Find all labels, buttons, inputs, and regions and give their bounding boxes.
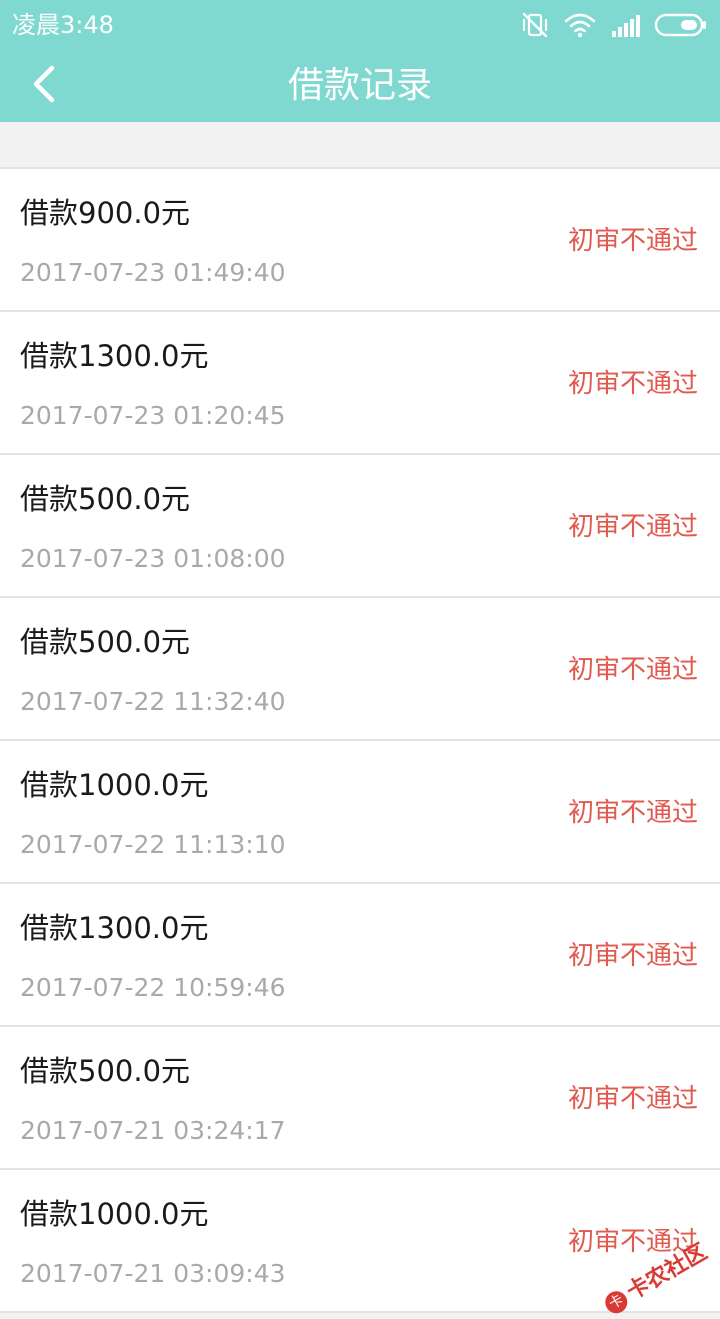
- page-title: 借款记录: [287, 65, 432, 106]
- loan-time: 2017-07-23 01:20:45: [20, 401, 286, 430]
- loan-status: 初审不通过: [567, 941, 698, 971]
- loan-amount: 借款500.0元: [20, 625, 191, 659]
- status-icons: [520, 10, 708, 40]
- status-bar: 凌晨3:48: [0, 0, 720, 50]
- loan-record-item[interactable]: 借款1000.0元 2017-07-22 11:13:10 初审不通过: [0, 741, 720, 884]
- loan-time: 2017-07-21 03:09:43: [20, 1259, 286, 1288]
- wifi-icon: [564, 12, 596, 38]
- loan-amount: 借款1300.0元: [20, 911, 209, 945]
- app-header: 凌晨3:48 借款记录: [0, 0, 720, 122]
- loan-time: 2017-07-22 10:59:46: [20, 973, 286, 1002]
- loan-record-item[interactable]: 借款1300.0元 2017-07-23 01:20:45 初审不通过: [0, 312, 720, 455]
- loan-amount: 借款900.0元: [20, 196, 191, 230]
- loan-status: 初审不通过: [567, 369, 698, 399]
- loan-status: 初审不通过: [567, 1084, 698, 1114]
- loan-record-item[interactable]: 借款900.0元 2017-07-23 01:49:40 初审不通过: [0, 169, 720, 312]
- loan-record-item[interactable]: 借款500.0元 2017-07-22 11:32:40 初审不通过: [0, 598, 720, 741]
- loan-time: 2017-07-22 11:13:10: [20, 830, 286, 859]
- signal-icon: [610, 13, 640, 37]
- loan-amount: 借款1000.0元: [20, 768, 209, 802]
- loan-record-item[interactable]: 借款1300.0元 2017-07-22 10:59:46 初审不通过: [0, 884, 720, 1027]
- loan-time: 2017-07-22 11:32:40: [20, 687, 286, 716]
- loan-time: 2017-07-21 03:24:17: [20, 1116, 286, 1145]
- vibrate-off-icon: [520, 11, 550, 39]
- title-bar: 借款记录: [0, 50, 720, 122]
- loan-status: 初审不通过: [567, 655, 698, 685]
- loan-time: 2017-07-23 01:49:40: [20, 258, 286, 287]
- loan-record-item[interactable]: 借款500.0元 2017-07-21 03:24:17 初审不通过: [0, 1027, 720, 1170]
- battery-icon: [654, 13, 708, 37]
- loan-status: 初审不通过: [567, 512, 698, 542]
- loan-status: 初审不通过: [567, 226, 698, 256]
- loan-amount: 借款500.0元: [20, 1054, 191, 1088]
- loan-record-list: 借款900.0元 2017-07-23 01:49:40 初审不通过 借款130…: [0, 167, 720, 1313]
- loan-record-item[interactable]: 借款500.0元 2017-07-23 01:08:00 初审不通过: [0, 455, 720, 598]
- loan-time: 2017-07-23 01:08:00: [20, 544, 286, 573]
- loan-amount: 借款500.0元: [20, 482, 191, 516]
- loan-status: 初审不通过: [567, 798, 698, 828]
- loan-amount: 借款1300.0元: [20, 339, 209, 373]
- status-time: 凌晨3:48: [12, 11, 114, 39]
- loan-amount: 借款1000.0元: [20, 1197, 209, 1231]
